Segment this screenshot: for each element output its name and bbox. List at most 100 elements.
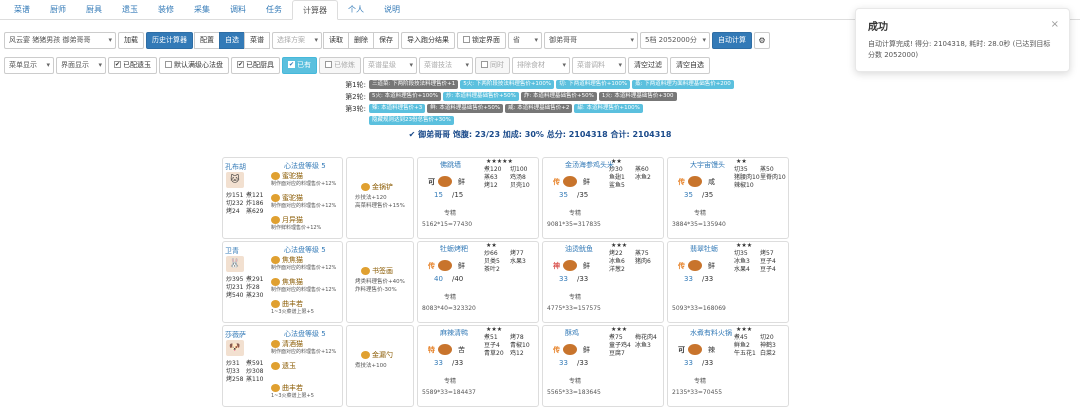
flavor-label: 鲜 [583,178,590,186]
quantity-input[interactable]: 35 [684,191,693,199]
quantity-input[interactable]: 33 [559,275,568,283]
self-select-button[interactable]: 自选 [219,31,245,49]
tab-4[interactable]: 装修 [148,0,184,19]
dish-card[interactable]: 翡翠牡蛎 ★★★ 切35 烤57 冰鱼3 豆子4 水果4 豆子4 传 鲜 33/33 5093*33=… [667,241,789,323]
province-select[interactable]: 省 [508,31,542,49]
lock-ui-toggle[interactable]: 锁定界面 [457,31,506,49]
dish-card[interactable]: 金汤海参鸡头米 ★★ 炒30 蒸60 鱼翅1 冰鱼2 鲨鱼5 传 鲜 35/35 专精 9081*35… [542,157,664,239]
tool-card[interactable]: 金漏勺 煮技法+100 [346,325,414,407]
tab-5[interactable]: 采集 [184,0,220,19]
relic-label: 焦焦猫 [282,278,303,286]
dish-card[interactable]: 佛跳墙 ★★★★★ 煮120 切100 蒸63 鸡汤8 烤12 贝壳10 可 鲜 15/15 专精 51… [417,157,539,239]
relic-slot[interactable]: 清酒猫 制作面对应的料理售价+12% [271,339,343,356]
requirement: 蒸63 [484,174,498,181]
auto-calc-button[interactable]: 自动计算 [712,31,752,49]
chef-card[interactable]: 莎薇萨 🐶 心法盘等级 5 炒31 煮591 切33 炒308烤258 蒸110 清酒猫 制作面对… [222,325,343,407]
requirement: 蒸75 [635,250,649,257]
chef-name: 孔布胡 [225,163,246,171]
tab-2[interactable]: 厨具 [76,0,112,19]
chef-card[interactable]: 孔布胡 🐱 心法盘等级 5 炒151 煮121切232 炸186烤24 蒸629 蜜驼猫 制作面… [222,157,343,239]
flavor-label: 苦 [458,346,465,354]
tab-3[interactable]: 遗玉 [112,0,148,19]
tab-6[interactable]: 调料 [220,0,256,19]
recipe-cat-select[interactable]: 菜谱星级 [363,56,417,74]
history-button[interactable]: 历史计算器 [146,31,193,49]
relic-slot[interactable]: 焦焦猫 制作面对应的料理售价+12% [271,255,343,272]
import-result-button[interactable]: 导入跑分结果 [401,31,455,49]
chef-select[interactable]: 御弟哥哥 [544,31,638,49]
relic-slot[interactable]: 蜜驼猫 制作面对应的料理售价+12% [271,171,343,188]
quantity-input[interactable]: 15 [434,191,443,199]
clear-filter-button[interactable]: 清空过滤 [628,56,668,74]
tab-0[interactable]: 菜谱 [4,0,40,19]
load-button[interactable]: 加载 [118,31,144,49]
chef-stat: 烤24 [226,208,240,215]
relic-desc: 1~3火菜谱上限+5 [271,309,314,315]
quantity-input[interactable]: 33 [434,359,443,367]
dish-requirements: 煮120 切100 蒸63 鸡汤8 烤12 贝壳10 [484,166,540,190]
ui-show-select[interactable]: 界面显示 [56,56,106,74]
tool-card[interactable]: 金锅铲 炒技法+120 高菜料理售价+15% [346,157,414,239]
requirement: 炒30 [609,166,623,173]
exclude-ing-select[interactable]: 排除食材 [512,56,570,74]
tool-name: 书签画 [361,266,393,276]
price-total: 4775*33=157575 [547,305,601,312]
requirement: 炒66 [484,250,498,257]
save-button[interactable]: 保存 [373,31,399,49]
close-icon[interactable]: × [1051,19,1059,30]
dish-card[interactable]: 油烫鱿鱼 ★★★ 烤22 蒸75 冰鱼6 猪肉6 洋葱2 神 鲜 33/33 专精 4775*33=1… [542,241,664,323]
preset-select[interactable]: 风云宴 猪猪男孩 御弟哥哥 [4,31,116,49]
read-button[interactable]: 读取 [323,31,349,49]
quantity-input[interactable]: 33 [684,275,693,283]
tab-1[interactable]: 厨师 [40,0,76,19]
gear-icon[interactable]: ⚙ [754,31,770,49]
recipe-seasoning-select[interactable]: 菜谱调料 [572,56,626,74]
dish-card[interactable]: 酥鸡 ★★★ 煮75 梅花肉4 童子鸡4 冰鱼3 豆腐7 传 鲜 33/33 专精 5565*33=1… [542,325,664,407]
relic-icon [271,300,280,308]
same-time-toggle[interactable]: 同时 [475,56,510,74]
same-time-label: 同时 [490,60,504,69]
quantity-input[interactable]: 40 [434,275,443,283]
requirement: 神鹤3 [760,342,776,349]
lvl-cert-toggle[interactable]: 默认满级心法盘 [159,56,229,74]
requirement: 豆子4 [760,266,776,273]
config-button[interactable]: 配置 [194,31,220,49]
checkmark-icon: ✔ [237,61,244,68]
quantity-input[interactable]: 33 [559,359,568,367]
recipe-skill-select[interactable]: 菜谱技法 [419,56,473,74]
dish-card[interactable]: 水煮有料火锅 ★★★ 煮45 切20 鲜鱼2 神鹤3 午五花1 白菜2 可 辣 33/33 专精 213… [667,325,789,407]
tab-10[interactable]: 说明 [374,0,410,19]
recipe-button[interactable]: 菜谱 [244,31,270,49]
tab-9[interactable]: 个人 [338,0,374,19]
relic-slot[interactable]: 蜜驼猫 制作面对应的料理售价+12% [271,193,343,210]
dish-rank: 传 [678,262,685,270]
dish-card[interactable]: 大宇宙馒头 ★★ 切35 蒸50猪腰肉10里脊肉10 辣椒10 传 咸 35/35 专精 3884… [667,157,789,239]
requirement: 烤57 [760,250,774,257]
level-select[interactable]: 5档 2052000分 [640,31,710,49]
tool-card[interactable]: 书签画 烤类料理售价+40% 炸料理售价-30% [346,241,414,323]
relic-slot[interactable]: 曲丰若 1~3火菜谱上限+5 [271,383,343,400]
relic-slot[interactable]: 焦焦猫 制作面对应的料理售价+12% [271,277,343,294]
dish-card[interactable]: 牡蛎烤粑 ★★ 炒66 烤77 贝类5 水果3 茶叶2 传 鲜 40/40 专精 8083*40=32… [417,241,539,323]
quantity-input[interactable]: 33 [684,359,693,367]
have-toggle[interactable]: ✔ 已有 [282,56,317,74]
quantity-input[interactable]: 35 [559,191,568,199]
relic-slot[interactable]: 遗玉 [271,361,343,371]
result-grid: 孔布胡 🐱 心法盘等级 5 炒151 煮121切232 炸186烤24 蒸629 蜜驼猫 制作面… [222,157,854,409]
cultivated-toggle[interactable]: 已修炼 [319,56,361,74]
tab-8[interactable]: 计算器 [292,0,338,20]
relic-slot[interactable]: 曲丰若 1~3火菜谱上限+5 [271,299,343,316]
tool-name: 金锅铲 [361,182,393,192]
match-tool-toggle[interactable]: ✔ 已配厨具 [231,56,280,74]
clear-self-button[interactable]: 清空自选 [670,56,710,74]
match-relic-toggle[interactable]: ✔ 已配遗玉 [108,56,157,74]
delete-button[interactable]: 删除 [348,31,374,49]
chef-card[interactable]: 卫青 🐰 心法盘等级 5 炒395 煮291切231 炸28烤540 蒸230 焦焦猫 制作面对… [222,241,343,323]
skill-label: 专精 [569,294,582,301]
relic-slot[interactable]: 月异猫 制作鲜料理售价+12% [271,215,343,232]
tab-7[interactable]: 任务 [256,0,292,19]
toast-title: 成功 [868,22,888,33]
menu-show-select[interactable]: 菜单显示 [4,56,54,74]
dish-card[interactable]: 麻辣清鸭 ★★★ 煮51 烤78 豆子4 青椒10 青草20 鸡12 特 苦 33/33 专精 5589… [417,325,539,407]
plan-select[interactable]: 选择方案 [272,31,322,49]
